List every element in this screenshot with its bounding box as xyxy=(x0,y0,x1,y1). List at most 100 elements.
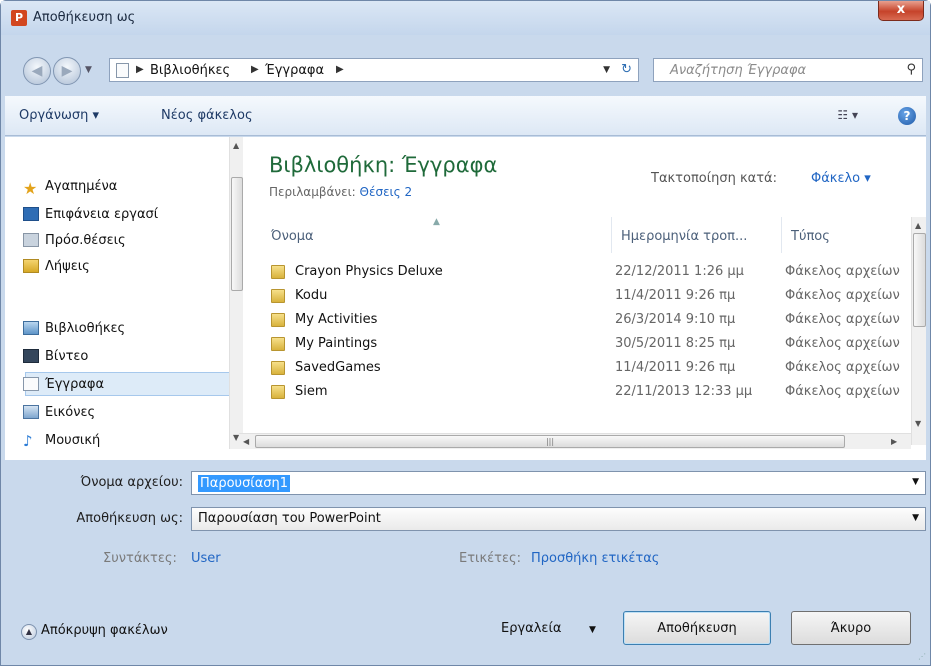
new-folder-button[interactable]: Νέος φάκελος xyxy=(161,108,253,123)
close-button[interactable]: x xyxy=(878,1,924,21)
search-icon[interactable]: ⚲ xyxy=(906,62,916,77)
includes-label: Περιλαμβάνει: xyxy=(269,185,356,199)
horizontal-scrollbar-thumb[interactable]: ||| xyxy=(255,435,845,448)
authors-label: Συντάκτες: xyxy=(103,551,177,566)
title-bar[interactable]: P Αποθήκευση ως x xyxy=(1,1,930,35)
authors-field[interactable]: User xyxy=(191,551,221,566)
scroll-up-icon[interactable]: ▲ xyxy=(915,221,921,230)
folder-icon xyxy=(271,313,285,327)
arrange-by-dropdown[interactable]: Φάκελο ▾ xyxy=(811,171,871,186)
file-type: Φάκελος αρχείων xyxy=(785,336,900,351)
breadcrumb-libraries[interactable]: Βιβλιοθήκες xyxy=(150,63,230,78)
table-row[interactable]: Crayon Physics Deluxe 22/12/2011 1:26 μμ… xyxy=(249,261,909,283)
scroll-left-icon[interactable]: ◀ xyxy=(243,437,249,446)
column-header-name[interactable]: Όνομα xyxy=(271,229,314,244)
filename-input[interactable]: Παρουσίαση1 xyxy=(198,475,291,492)
library-includes: Περιλαμβάνει: Θέσεις 2 xyxy=(269,185,412,199)
back-button[interactable]: ◀ xyxy=(23,57,51,85)
hide-folders-button[interactable]: Απόκρυψη φακέλων xyxy=(41,623,168,638)
forward-button[interactable]: ▶ xyxy=(53,57,81,85)
libraries-icon xyxy=(23,321,39,335)
save-type-value: Παρουσίαση του PowerPoint xyxy=(198,511,381,526)
folder-icon xyxy=(271,265,285,279)
breadcrumb-documents[interactable]: Έγγραφα xyxy=(265,63,324,78)
scroll-up-icon[interactable]: ▲ xyxy=(233,141,239,150)
save-button[interactable]: Αποθήκευση xyxy=(623,611,771,645)
star-icon: ★ xyxy=(23,179,38,198)
address-bar[interactable]: ▶ Βιβλιοθήκες ▶ Έγγραφα ▶ ▼ ↻ xyxy=(109,58,639,82)
scroll-down-icon[interactable]: ▼ xyxy=(915,419,921,428)
file-name: My Paintings xyxy=(295,336,378,351)
help-icon[interactable]: ? xyxy=(898,107,916,125)
sidebar-item-desktop[interactable]: Επιφάνεια εργασί xyxy=(45,207,158,222)
tools-dropdown-icon[interactable]: ▼ xyxy=(589,625,596,635)
collapse-icon[interactable]: ▲ xyxy=(21,624,37,640)
table-row[interactable]: Kodu 11/4/2011 9:26 πμ Φάκελος αρχείων xyxy=(249,285,909,307)
table-row[interactable]: SavedGames 11/4/2011 9:26 πμ Φάκελος αρχ… xyxy=(249,357,909,379)
file-type: Φάκελος αρχείων xyxy=(785,264,900,279)
powerpoint-app-icon: P xyxy=(11,10,27,26)
save-as-dialog: P Αποθήκευση ως x ◀ ▶ ▼ ▶ Βιβλιοθήκες ▶ … xyxy=(0,0,931,666)
save-type-select[interactable]: Παρουσίαση του PowerPoint ▼ xyxy=(191,507,926,531)
recent-locations-chevron-icon[interactable]: ▼ xyxy=(85,65,92,75)
file-date: 11/4/2011 9:26 πμ xyxy=(615,288,736,303)
column-divider[interactable] xyxy=(611,217,612,253)
column-header-date[interactable]: Ημερομηνία τροπ... xyxy=(621,229,747,244)
filename-field[interactable]: Παρουσίαση1 ▼ xyxy=(191,471,926,495)
locations-link[interactable]: Θέσεις 2 xyxy=(360,185,413,199)
file-date: 11/4/2011 9:26 πμ xyxy=(615,360,736,375)
navigation-scrollbar-thumb[interactable] xyxy=(231,177,243,291)
filename-dropdown-icon[interactable]: ▼ xyxy=(912,477,919,487)
save-type-dropdown-icon[interactable]: ▼ xyxy=(912,513,919,523)
sidebar-item-libraries[interactable]: Βιβλιοθήκες xyxy=(45,321,125,336)
breadcrumb-arrow-icon[interactable]: ▶ xyxy=(336,64,344,75)
recent-places-icon xyxy=(23,233,39,247)
file-type: Φάκελος αρχείων xyxy=(785,312,900,327)
organize-button[interactable]: Οργάνωση ▾ xyxy=(19,108,99,123)
file-list-vertical-scrollbar[interactable]: ▲ ▼ xyxy=(911,217,926,445)
sidebar-item-favorites[interactable]: Αγαπημένα xyxy=(45,179,117,194)
scroll-right-icon[interactable]: ▶ xyxy=(891,437,897,446)
back-arrow-icon: ◀ xyxy=(31,63,43,79)
file-date: 22/12/2011 1:26 μμ xyxy=(615,264,744,279)
file-name: My Activities xyxy=(295,312,378,327)
tags-field[interactable]: Προσθήκη ετικέτας xyxy=(531,551,659,566)
table-row[interactable]: My Paintings 30/5/2011 8:25 πμ Φάκελος α… xyxy=(249,333,909,355)
navigation-scrollbar[interactable]: ▲ ▼ xyxy=(229,137,243,449)
tools-button[interactable]: Εργαλεία xyxy=(501,621,561,636)
documents-icon xyxy=(23,377,39,391)
sidebar-item-recent-places[interactable]: Πρόσ.θέσεις xyxy=(45,233,126,248)
refresh-icon[interactable]: ↻ xyxy=(621,62,632,77)
sidebar-item-documents[interactable]: Έγγραφα xyxy=(45,377,104,392)
sidebar-item-music[interactable]: Μουσική xyxy=(45,433,100,448)
address-dropdown-icon[interactable]: ▼ xyxy=(603,65,610,75)
browser-body: ★ Αγαπημένα Επιφάνεια εργασί Πρόσ.θέσεις… xyxy=(5,137,926,460)
file-list-scrollbar-thumb[interactable] xyxy=(913,233,926,327)
sidebar-item-videos[interactable]: Βίντεο xyxy=(45,349,88,364)
breadcrumb-arrow-icon[interactable]: ▶ xyxy=(251,64,259,75)
navigation-pane: ★ Αγαπημένα Επιφάνεια εργασί Πρόσ.θέσεις… xyxy=(5,137,243,460)
view-options-icon[interactable]: ☷ ▾ xyxy=(837,108,858,122)
folder-icon xyxy=(271,289,285,303)
table-row[interactable]: My Activities 26/3/2014 9:10 πμ Φάκελος … xyxy=(249,309,909,331)
music-icon: ♪ xyxy=(23,432,33,450)
table-row[interactable]: Siem 22/11/2013 12:33 μμ Φάκελος αρχείων xyxy=(249,381,909,403)
sidebar-item-pictures[interactable]: Εικόνες xyxy=(45,405,95,420)
breadcrumb-arrow-icon[interactable]: ▶ xyxy=(136,64,144,75)
file-type: Φάκελος αρχείων xyxy=(785,288,900,303)
file-date: 26/3/2014 9:10 πμ xyxy=(615,312,736,327)
pictures-icon xyxy=(23,405,39,419)
library-title: Βιβλιοθήκη: Έγγραφα xyxy=(269,153,498,177)
column-header-type[interactable]: Τύπος xyxy=(791,229,830,244)
file-type: Φάκελος αρχείων xyxy=(785,384,900,399)
column-divider[interactable] xyxy=(781,217,782,253)
file-name: Siem xyxy=(295,384,328,399)
resize-grip-icon[interactable]: ⋰ xyxy=(918,652,926,661)
sort-ascending-icon: ▲ xyxy=(433,217,440,227)
cancel-button[interactable]: Άκυρο xyxy=(791,611,911,645)
file-list-horizontal-scrollbar[interactable]: ◀ ||| ▶ xyxy=(239,433,911,449)
search-box[interactable]: Αναζήτηση Έγγραφα ⚲ xyxy=(653,58,923,82)
sidebar-item-downloads[interactable]: Λήψεις xyxy=(45,259,90,274)
search-input[interactable]: Αναζήτηση Έγγραφα xyxy=(670,63,806,78)
window-title: Αποθήκευση ως xyxy=(33,10,136,25)
